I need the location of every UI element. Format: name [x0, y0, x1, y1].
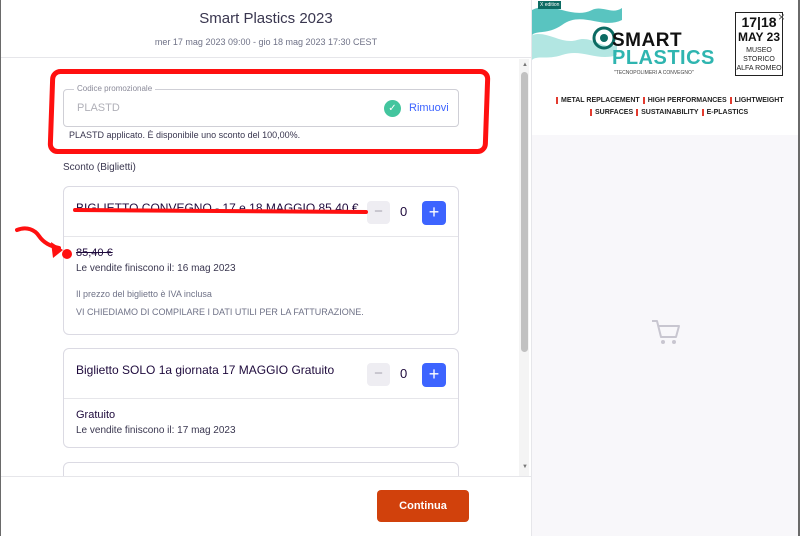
checkout-header: Smart Plastics 2023 mer 17 mag 2023 09:0… — [1, 0, 531, 58]
annotation-red-frame — [47, 69, 491, 154]
close-icon[interactable]: × — [778, 10, 785, 24]
event-banner: X edition SMART PLASTICS "TECNOPOLIMERI … — [532, 0, 799, 135]
billing-data-note: VI CHIEDIAMO DI COMPILARE I DATI UTILI P… — [76, 307, 364, 317]
sale-end-date: Le vendite finiscono il: 16 mag 2023 — [76, 263, 236, 274]
scrollbar-thumb[interactable] — [521, 72, 528, 352]
order-summary-pane: X edition SMART PLASTICS "TECNOPOLIMERI … — [531, 0, 799, 536]
logo-tagline: "TECNOPOLIMERI A CONVEGNO" — [614, 70, 694, 76]
topic-tag: SURFACES — [590, 109, 637, 116]
banner-swirl-graphic — [532, 7, 622, 60]
section-label: Sconto (Biglietti) — [63, 162, 136, 173]
edition-tag: X edition — [538, 1, 562, 9]
decrease-quantity-button[interactable]: − — [367, 363, 390, 386]
vat-note: Il prezzo del biglietto è IVA inclusa — [76, 289, 212, 299]
ticket-quantity: 0 — [400, 366, 408, 381]
venue-line: MUSEO STORICO — [743, 47, 775, 63]
ticket-price: 85,40 € — [76, 247, 113, 259]
topic-tag: METAL REPLACEMENT — [556, 97, 643, 104]
checkout-footer: Continua — [1, 476, 531, 536]
ticket-name: Biglietto SOLO 1a giornata 17 MAGGIO Gra… — [76, 363, 335, 377]
cart-icon — [652, 320, 680, 344]
topic-tag: HIGH PERFORMANCES — [642, 97, 730, 104]
topic-tag: E-PLASTICS — [701, 109, 752, 116]
topic-tag: LIGHTWEIGHT — [729, 97, 787, 104]
ticket-price: Gratuito — [76, 409, 116, 421]
annotation-red-arrow — [15, 226, 72, 259]
ticket-header: Biglietto SOLO 1a giornata 17 MAGGIO Gra… — [64, 349, 458, 399]
scroll-down-arrow-icon[interactable]: ▼ — [522, 464, 528, 470]
topic-tags: METAL REPLACEMENT HIGH PERFORMANCES LIGHTW… — [556, 97, 787, 104]
event-title: Smart Plastics 2023 — [199, 10, 333, 27]
ticket-quantity: 0 — [400, 204, 408, 219]
ticket-card-partial — [63, 462, 459, 476]
topic-tag: SUSTAINABILITY — [636, 109, 702, 116]
event-dates: mer 17 mag 2023 09:00 - gio 18 mag 2023 … — [154, 37, 378, 47]
decrease-quantity-button[interactable]: − — [367, 201, 390, 224]
sale-end-date: Le vendite finiscono il: 17 mag 2023 — [76, 425, 236, 436]
date-days: 17|18 — [741, 14, 777, 30]
ticket-card: Biglietto SOLO 1a giornata 17 MAGGIO Gra… — [63, 348, 459, 448]
venue: MUSEO STORICO ALFA ROMEO — [736, 46, 782, 73]
topic-tags: SURFACES SUSTAINABILITY E-PLASTICS — [590, 109, 752, 116]
venue-line: ALFA ROMEO — [736, 65, 782, 72]
increase-quantity-button[interactable]: + — [422, 363, 446, 387]
increase-quantity-button[interactable]: + — [422, 201, 446, 225]
event-date-box: 17|18 MAY 23 MUSEO STORICO ALFA ROMEO — [735, 12, 783, 76]
scroll-up-arrow-icon[interactable]: ▲ — [522, 62, 528, 68]
logo-plastics: PLASTICS — [612, 47, 715, 69]
ticket-scroll-area[interactable]: Codice promozionale PLASTD ✓ Rimuovi PLA… — [1, 59, 531, 476]
date-month: MAY 23 — [737, 30, 781, 44]
checkout-pane: Smart Plastics 2023 mer 17 mag 2023 09:0… — [1, 0, 531, 536]
continue-button[interactable]: Continua — [377, 490, 469, 522]
